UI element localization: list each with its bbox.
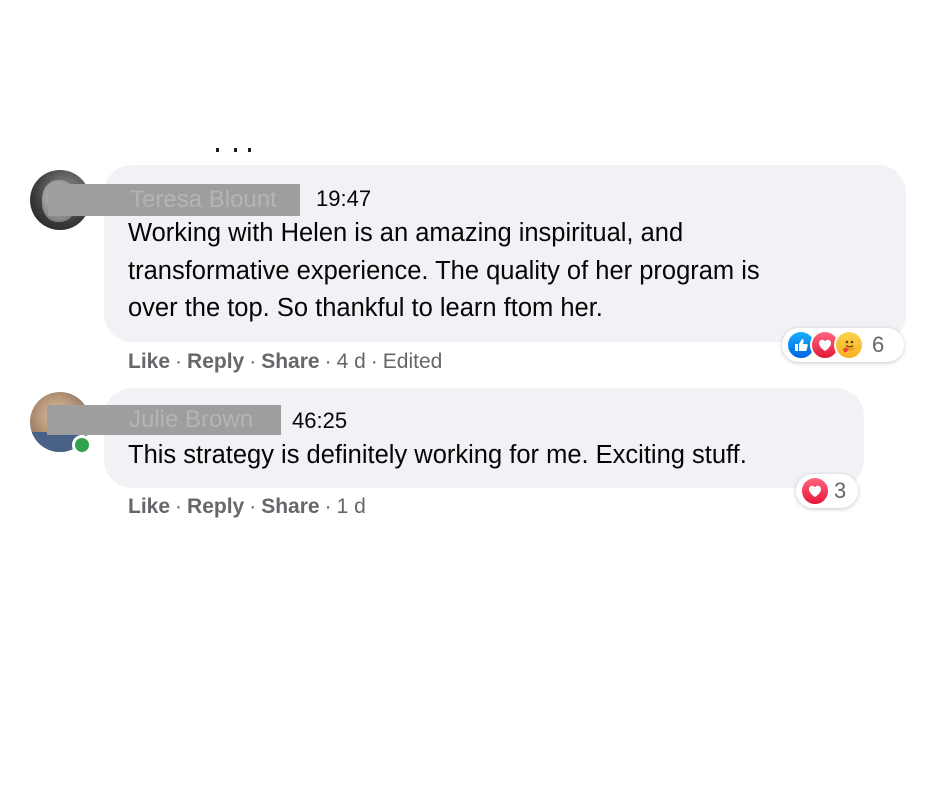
comment-text-line: over the top. So thankful to learn ftom … [128, 294, 603, 322]
comment-text-line: This strategy is definitely working for … [128, 441, 747, 469]
author-name-redaction[interactable]: Julie Brown [47, 405, 281, 435]
reactions-summary[interactable]: 3 [796, 474, 858, 508]
author-name-redaction[interactable]: Teresa Blount [48, 184, 300, 216]
comment-timestamp: 19:47 [316, 186, 372, 211]
comment-text-line: Working with Helen is an amazing inspiri… [128, 219, 684, 247]
separator: · [249, 350, 257, 373]
comment-text-line: transformative experience. The quality o… [128, 256, 760, 285]
reactions-summary[interactable]: 6 [782, 328, 904, 362]
like-button[interactable]: Like [128, 495, 170, 518]
like-button[interactable]: Like [128, 350, 170, 373]
reply-button[interactable]: Reply [187, 350, 244, 373]
comment-text: This strategy is definitely working for … [128, 437, 747, 475]
online-status-icon [72, 435, 92, 455]
comment-age[interactable]: 1 d [337, 495, 366, 518]
separator: · [249, 495, 257, 518]
comment-actions: Like · Reply · Share · 1 d [128, 494, 366, 520]
reaction-count: 6 [872, 332, 885, 357]
reply-button[interactable]: Reply [187, 495, 244, 518]
author-name: Julie Brown [129, 406, 254, 433]
separator: · [175, 350, 183, 373]
share-button[interactable]: Share [261, 495, 319, 518]
love-icon [800, 476, 830, 506]
comment-timestamp: 46:25 [292, 408, 348, 433]
comment-text: Working with Helen is an amazing inspiri… [128, 215, 760, 328]
comment-age[interactable]: 4 d [337, 350, 366, 373]
comment-actions: Like · Reply · Share · 4 d · Edited [128, 349, 442, 375]
care-icon [834, 330, 864, 360]
separator: · [370, 350, 378, 373]
author-name: Teresa Blount [130, 186, 277, 213]
separator: · [324, 495, 332, 518]
share-button[interactable]: Share [261, 350, 319, 373]
edited-label[interactable]: Edited [383, 350, 443, 373]
separator: · [175, 495, 183, 518]
separator: · [324, 350, 332, 373]
truncated-previous-content [204, 136, 264, 152]
reaction-count: 3 [834, 478, 847, 503]
